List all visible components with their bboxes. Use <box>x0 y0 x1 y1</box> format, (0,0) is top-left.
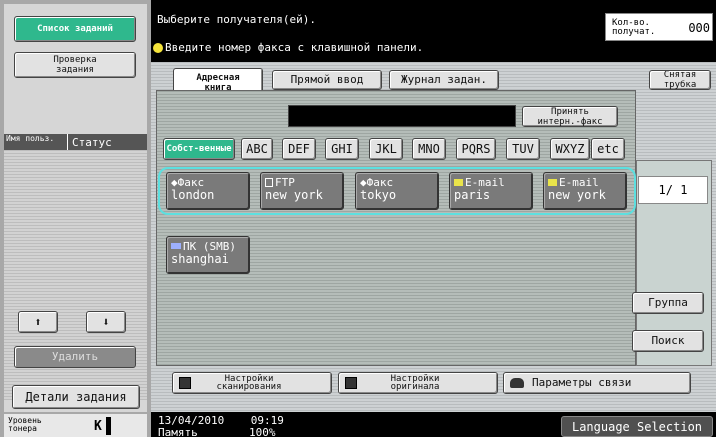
scan-settings-icon <box>179 377 191 389</box>
pc-icon <box>171 243 181 249</box>
phone-icon <box>510 378 524 388</box>
index-wxyz-button[interactable]: WXYZ <box>550 138 590 160</box>
index-jkl-button[interactable]: JKL <box>369 138 403 160</box>
original-settings-icon <box>345 377 357 389</box>
job-check-button[interactable]: Проверка задания <box>14 52 136 78</box>
index-ghi-button[interactable]: GHI <box>325 138 359 160</box>
page-indicator: 1/ 1 <box>638 176 708 204</box>
memory-label: Память <box>158 426 198 437</box>
destination-name: shanghai <box>171 252 229 266</box>
header: Выберите получателя(ей). Введите номер ф… <box>151 0 716 60</box>
index-own-button[interactable]: Собст-венные <box>163 138 235 160</box>
toner-level-bar <box>106 417 111 435</box>
group-button[interactable]: Группа <box>632 292 704 314</box>
toner-label: Уровень тонера <box>8 416 42 433</box>
ftp-icon <box>265 178 273 187</box>
recipient-count-value: 000 <box>688 21 710 35</box>
toner-indicator: Уровень тонера K <box>4 414 147 437</box>
language-selection-button[interactable]: Language Selection <box>561 416 713 437</box>
internet-fax-button[interactable]: Принять интерн.-факс <box>522 106 618 127</box>
destination-button[interactable]: ◆Факс london <box>166 172 250 210</box>
scroll-down-button[interactable]: ⬇ <box>86 311 126 333</box>
page-title: Выберите получателя(ей). <box>157 13 316 26</box>
destination-name: new york <box>265 188 323 202</box>
hint-text: Введите номер факса с клавишной панели. <box>165 41 424 54</box>
index-etc-button[interactable]: etc <box>591 138 625 160</box>
left-panel: Список заданий Проверка задания Имя поль… <box>0 0 151 437</box>
destination-name: london <box>171 188 215 202</box>
original-settings-button[interactable]: Настройки оригинала <box>338 372 498 394</box>
on-hook-button[interactable]: Снятая трубка <box>649 70 711 90</box>
destination-name: tokyo <box>360 188 397 202</box>
fax-number-field[interactable] <box>288 105 516 127</box>
job-details-button[interactable]: Детали задания <box>12 385 140 409</box>
index-def-button[interactable]: DEF <box>282 138 316 160</box>
index-mno-button[interactable]: MNO <box>412 138 446 160</box>
recipient-count-label: Кол-во. получат. <box>612 18 656 37</box>
destination-button[interactable]: ◆Факс tokyo <box>355 172 439 210</box>
destination-button[interactable]: FTP new york <box>260 172 344 210</box>
job-list-button[interactable]: Список заданий <box>14 16 136 42</box>
scroll-up-button[interactable]: ⬆ <box>18 311 58 333</box>
col-user-label: Имя польз. <box>4 134 68 150</box>
job-list-header: Имя польз. Статус <box>4 134 147 150</box>
memory-value: 100% <box>249 426 276 437</box>
search-button[interactable]: Поиск <box>632 330 704 352</box>
recipient-count: Кол-во. получат. 000 <box>605 13 713 41</box>
hint-icon <box>153 42 163 53</box>
toner-color-label: K <box>94 419 102 434</box>
scan-settings-button[interactable]: Настройки сканирования <box>172 372 332 394</box>
index-tuv-button[interactable]: TUV <box>506 138 540 160</box>
address-book-panel <box>156 90 636 366</box>
tab-job-log[interactable]: Журнал задан. <box>389 70 499 90</box>
index-pqrs-button[interactable]: PQRS <box>456 138 496 160</box>
tab-direct-input[interactable]: Прямой ввод <box>272 70 382 90</box>
email-icon <box>548 179 557 186</box>
col-status-label: Статус <box>72 136 112 149</box>
destination-button[interactable]: E-mail new york <box>543 172 627 210</box>
delete-button[interactable]: Удалить <box>14 346 136 368</box>
destination-name: new york <box>548 188 606 202</box>
hint-row: Введите номер факса с клавишной панели. <box>153 41 423 54</box>
arrow-down-icon: ⬇ <box>102 315 110 329</box>
footer: 13/04/2010 09:19 Память 100% Language Se… <box>151 412 716 437</box>
email-icon <box>454 179 463 186</box>
arrow-up-icon: ⬆ <box>34 315 42 329</box>
destination-name: paris <box>454 188 491 202</box>
index-abc-button[interactable]: ABC <box>241 138 273 160</box>
comm-settings-button[interactable]: Параметры связи <box>503 372 691 394</box>
destination-button[interactable]: E-mail paris <box>449 172 533 210</box>
destination-button[interactable]: ПК (SMB) shanghai <box>166 236 250 274</box>
